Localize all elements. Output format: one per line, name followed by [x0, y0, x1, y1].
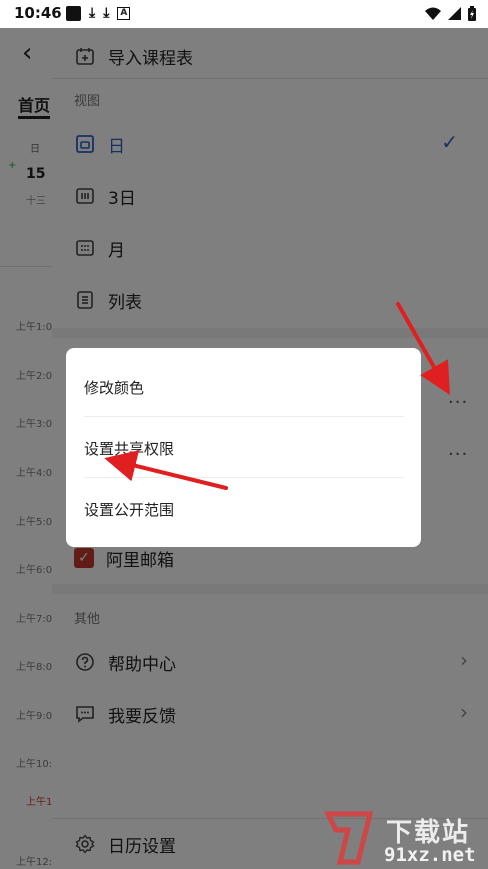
menu-item-share-permissions[interactable]: 设置共享权限: [84, 438, 174, 459]
signal-icon: [448, 7, 461, 20]
menu-divider: [84, 477, 404, 478]
download-icon: ⤓: [103, 5, 110, 21]
wifi-icon: [425, 7, 441, 20]
calendar-options-menu: 修改颜色 设置共享权限 设置公开范围: [66, 348, 421, 547]
a-badge-icon: A: [117, 7, 131, 20]
menu-item-change-color[interactable]: 修改颜色: [84, 377, 144, 398]
download-icon: ⤓: [89, 5, 96, 21]
system-icons: [425, 6, 476, 21]
site-watermark: 下载站 91xz.net: [318, 808, 488, 869]
battery-icon: [468, 6, 476, 21]
menu-divider: [84, 416, 404, 417]
watermark-url: 91xz.net: [384, 844, 476, 866]
status-bar: 10:46 ⤓ ⤓ A: [0, 0, 488, 28]
notification-icons: ⤓ ⤓ A: [66, 5, 131, 21]
menu-item-visibility-scope[interactable]: 设置公开范围: [84, 499, 174, 520]
app-notification-icon: [66, 6, 81, 21]
status-time: 10:46: [14, 4, 62, 22]
watermark-logo-icon: [323, 811, 374, 865]
